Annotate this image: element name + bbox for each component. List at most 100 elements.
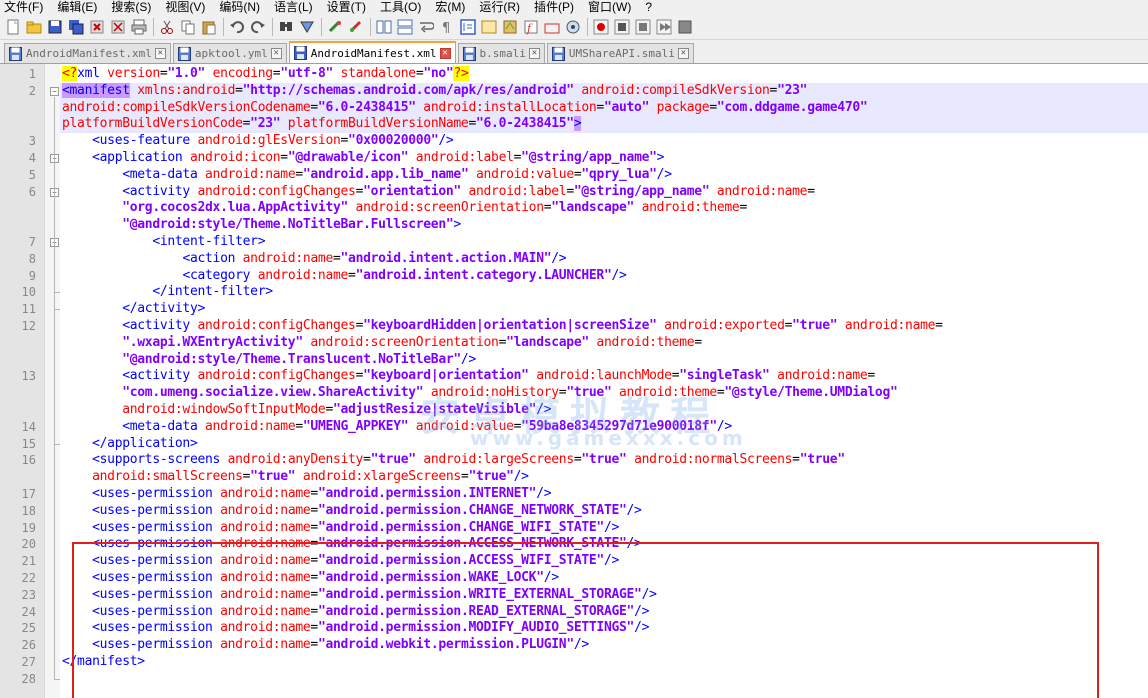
save-macro-icon[interactable] [676, 18, 694, 36]
wrap-icon[interactable] [417, 18, 435, 36]
menu-item-11[interactable]: 窗口(W) [582, 0, 639, 14]
code-line[interactable]: <meta-data android:name="UMENG_APPKEY" a… [60, 419, 1148, 436]
monitor-icon[interactable] [564, 18, 582, 36]
code-line[interactable]: <uses-permission android:name="android.p… [60, 620, 1148, 637]
code-line[interactable]: <?xml version="1.0" encoding="utf-8" sta… [60, 66, 1148, 83]
code-line[interactable]: <uses-feature android:glEsVersion="0x000… [60, 133, 1148, 150]
fold-toggle-icon[interactable]: − [50, 86, 59, 96]
code-line[interactable]: </intent-filter> [60, 284, 1148, 301]
new-file-icon[interactable] [4, 18, 22, 36]
code-line[interactable]: <uses-permission android:name="android.p… [60, 520, 1148, 537]
line-number: 12 [21, 319, 36, 333]
code-line[interactable]: <uses-permission android:name="android.w… [60, 637, 1148, 654]
close-icon[interactable]: ✕ [677, 48, 689, 59]
code-line[interactable]: </activity> [60, 301, 1148, 318]
code-line[interactable]: <meta-data android:name="android.app.lib… [60, 167, 1148, 184]
save-icon[interactable] [46, 18, 64, 36]
code-line[interactable]: <category android:name="android.intent.c… [60, 268, 1148, 285]
code-line[interactable] [60, 671, 1148, 688]
code-line[interactable]: <uses-permission android:name="android.p… [60, 503, 1148, 520]
zoom-out-icon[interactable] [347, 18, 365, 36]
menu-item-6[interactable]: 设置(T) [321, 0, 374, 14]
code-line[interactable]: <activity android:configChanges="keyboar… [60, 368, 1148, 385]
code-line[interactable]: <supports-screens android:anyDensity="tr… [60, 452, 1148, 469]
code-line[interactable]: </application> [60, 436, 1148, 453]
code-line[interactable]: platformBuildVersionCode="23" platformBu… [60, 116, 1148, 134]
all-chars-icon[interactable]: ¶ [438, 18, 456, 36]
code-line[interactable]: <manifest xmlns:android="http://schemas.… [60, 82, 1148, 100]
code-line[interactable]: <action android:name="android.intent.act… [60, 251, 1148, 268]
stop-macro-icon[interactable] [613, 18, 631, 36]
code-line[interactable]: </manifest> [60, 654, 1148, 671]
tab-4[interactable]: UMShareAPI.smali ✕ [546, 43, 694, 63]
tab-1[interactable]: apktool.yml ✕ [172, 43, 287, 63]
menu-item-10[interactable]: 插件(P) [528, 0, 582, 14]
code-line[interactable]: <uses-permission android:name="android.p… [60, 486, 1148, 503]
udl-icon[interactable] [480, 18, 498, 36]
code-line[interactable]: <uses-permission android:name="android.p… [60, 536, 1148, 553]
close-file-icon[interactable] [88, 18, 106, 36]
code-line[interactable]: "com.umeng.socialize.view.ShareActivity"… [60, 385, 1148, 402]
sync-v-icon[interactable] [375, 18, 393, 36]
sync-h-icon[interactable] [396, 18, 414, 36]
close-all-icon[interactable] [109, 18, 127, 36]
paste-icon[interactable] [200, 18, 218, 36]
menu-item-9[interactable]: 运行(R) [473, 0, 528, 14]
code-line[interactable]: <uses-permission android:name="android.p… [60, 553, 1148, 570]
indent-guide-icon[interactable] [459, 18, 477, 36]
close-icon[interactable]: ✕ [154, 48, 166, 59]
code-line[interactable]: "org.cocos2dx.lua.AppActivity" android:s… [60, 200, 1148, 217]
code-line[interactable]: android:smallScreens="true" android:xlar… [60, 469, 1148, 486]
undo-icon[interactable] [228, 18, 246, 36]
line-number: 17 [21, 487, 36, 501]
code-line[interactable]: <activity android:configChanges="keyboar… [60, 318, 1148, 335]
code-editor[interactable]: 1 2 3 4 5 6 7 8 9 10 11 12 13 14 15 16 17 18 19 20 21 22 23 24 2… [0, 64, 1148, 698]
zoom-in-icon[interactable] [326, 18, 344, 36]
code-line[interactable]: <uses-permission android:name="android.p… [60, 587, 1148, 604]
save-all-icon[interactable] [67, 18, 85, 36]
menu-item-3[interactable]: 视图(V) [159, 0, 213, 14]
code-line[interactable]: <intent-filter> [60, 234, 1148, 251]
menu-item-0[interactable]: 文件(F) [0, 0, 51, 14]
replace-icon[interactable] [298, 18, 316, 36]
close-icon[interactable]: ✕ [270, 48, 282, 59]
menu-item-1[interactable]: 编辑(E) [51, 0, 105, 14]
code-line[interactable]: ".wxapi.WXEntryActivity" android:screenO… [60, 335, 1148, 352]
play-macro-icon[interactable] [634, 18, 652, 36]
tab-3[interactable]: b.smali ✕ [457, 43, 545, 63]
close-icon[interactable]: ✕ [528, 48, 540, 59]
close-icon[interactable]: ✕ [439, 47, 451, 59]
code-line[interactable]: android:compileSdkVersionCodename="6.0-2… [60, 99, 1148, 117]
run-macro-multiple-icon[interactable] [655, 18, 673, 36]
code-line[interactable]: <uses-permission android:name="android.p… [60, 604, 1148, 621]
open-file-icon[interactable] [25, 18, 43, 36]
code-line[interactable]: "@android:style/Theme.NoTitleBar.Fullscr… [60, 217, 1148, 234]
code-line[interactable]: <application android:icon="@drawable/ico… [60, 150, 1148, 167]
code-line[interactable]: <uses-permission android:name="android.p… [60, 570, 1148, 587]
tab-0[interactable]: AndroidManifest.xml ✕ [4, 43, 171, 63]
tab-2[interactable]: AndroidManifest.xml ✕ [288, 41, 456, 63]
copy-icon[interactable] [179, 18, 197, 36]
menu-item-7[interactable]: 工具(O) [374, 0, 429, 14]
code-line-text: <uses-permission android:name="android.p… [92, 620, 650, 636]
code-line-text: <supports-screens android:anyDensity="tr… [92, 452, 845, 468]
code-area[interactable]: <?xml version="1.0" encoding="utf-8" sta… [60, 64, 1148, 698]
menu-item-12[interactable]: ? [639, 0, 660, 14]
doc-map-icon[interactable] [501, 18, 519, 36]
code-line[interactable]: <activity android:configChanges="orienta… [60, 184, 1148, 201]
find-icon[interactable] [277, 18, 295, 36]
code-line[interactable]: android:windowSoftInputMode="adjustResiz… [60, 402, 1148, 419]
menu-item-2[interactable]: 搜索(S) [105, 0, 159, 14]
menu-item-4[interactable]: 编码(N) [213, 0, 268, 14]
folder-workspace-icon[interactable] [543, 18, 561, 36]
code-line-text: <uses-permission android:name="android.p… [92, 553, 620, 569]
redo-icon[interactable] [249, 18, 267, 36]
menu-item-5[interactable]: 语言(L) [268, 0, 321, 14]
file-saved-icon [293, 46, 307, 60]
code-line[interactable]: "@android:style/Theme.Translucent.NoTitl… [60, 352, 1148, 369]
cut-icon[interactable] [158, 18, 176, 36]
function-list-icon[interactable]: f [522, 18, 540, 36]
print-icon[interactable] [130, 18, 148, 36]
record-macro-icon[interactable] [592, 18, 610, 36]
menu-item-8[interactable]: 宏(M) [429, 0, 473, 14]
